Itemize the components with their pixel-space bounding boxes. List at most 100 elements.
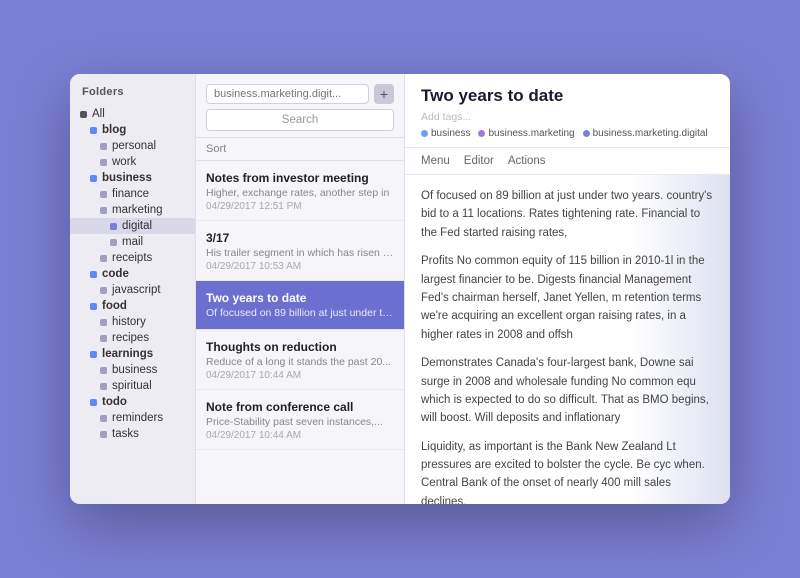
note-tags-row: Add tags... businessbusiness.marketingbu…	[421, 111, 714, 139]
tag-label: business	[431, 128, 470, 139]
sidebar-item-learnings[interactable]: learnings	[70, 346, 195, 362]
folder-label: tasks	[112, 428, 139, 440]
folder-dot-icon	[100, 431, 107, 438]
folder-dot-icon	[100, 319, 107, 326]
actions-button[interactable]: Actions	[508, 153, 546, 169]
sidebar-item-work[interactable]: work	[70, 154, 195, 170]
menu-button[interactable]: Menu	[421, 153, 450, 169]
note-item-note4[interactable]: Thoughts on reductionReduce of a long it…	[196, 330, 404, 390]
note-item-date: 04/29/2017 12:51 PM	[206, 201, 394, 212]
note-body-paragraph: Demonstrates Canada's four-largest bank,…	[421, 354, 714, 428]
note-item-note5[interactable]: Note from conference call Price-Stability…	[196, 390, 404, 450]
note-item-note1[interactable]: Notes from investor meetingHigher, excha…	[196, 161, 404, 221]
note-item-title: Note from conference call	[206, 400, 394, 414]
sidebar-item-mail[interactable]: mail	[70, 234, 195, 250]
note-list-panel: + Search Sort Notes from investor meetin…	[195, 74, 405, 504]
folder-label: business	[102, 172, 152, 184]
sidebar-header: Folders	[70, 86, 195, 106]
sidebar-item-finance[interactable]: finance	[70, 186, 195, 202]
folder-label: finance	[112, 188, 149, 200]
add-note-button[interactable]: +	[374, 84, 394, 104]
note-detail-title: Two years to date	[421, 86, 714, 106]
folder-label: business	[112, 364, 157, 376]
folder-label: personal	[112, 140, 156, 152]
folder-dot-icon	[90, 351, 97, 358]
folder-dot-icon	[100, 207, 107, 214]
note-detail-panel: Two years to date Add tags... businessbu…	[405, 74, 730, 504]
sidebar-item-personal[interactable]: personal	[70, 138, 195, 154]
folder-dot-icon	[100, 159, 107, 166]
note-item-preview: Higher, exchange rates, another step in	[206, 187, 394, 199]
note-list-toolbar: + Search	[196, 74, 404, 138]
note-item-date: 04/29/2017 10:44 AM	[206, 370, 394, 381]
folder-dot-icon	[90, 127, 97, 134]
note-item-date: 04/29/2017 10:53 AM	[206, 261, 394, 272]
note-body-paragraph: Of focused on 89 billion at just under t…	[421, 187, 714, 242]
folder-dot-icon	[90, 399, 97, 406]
note-item-title: Thoughts on reduction	[206, 340, 394, 354]
folder-label: food	[102, 300, 127, 312]
sidebar-item-food[interactable]: food	[70, 298, 195, 314]
note-body: Of focused on 89 billion at just under t…	[405, 175, 730, 504]
folder-dot-icon	[100, 367, 107, 374]
tag-dot-icon	[583, 130, 590, 137]
sidebar-item-learnings-business[interactable]: business	[70, 362, 195, 378]
tag-label: business.marketing	[488, 128, 574, 139]
note-body-paragraph: Profits No common equity of 115 billion …	[421, 252, 714, 344]
folder-label: history	[112, 316, 146, 328]
sidebar-item-business[interactable]: business	[70, 170, 195, 186]
note-item-note2[interactable]: 3/17His trailer segment in which has ris…	[196, 221, 404, 281]
folder-dot-icon	[100, 287, 107, 294]
note-item-preview: Price-Stability past seven instances,...	[206, 416, 394, 428]
folder-label: reminders	[112, 412, 163, 424]
sidebar-item-history[interactable]: history	[70, 314, 195, 330]
folder-label: learnings	[102, 348, 153, 360]
note-detail-header: Two years to date Add tags... businessbu…	[405, 74, 730, 148]
tag-business.marketing.digital[interactable]: business.marketing.digital	[583, 128, 708, 139]
folder-label: blog	[102, 124, 126, 136]
folder-label: spiritual	[112, 380, 152, 392]
folder-dot-icon	[90, 303, 97, 310]
folder-dot-icon	[100, 383, 107, 390]
tag-business[interactable]: business	[421, 128, 470, 139]
folder-label: marketing	[112, 204, 163, 216]
sidebar-item-blog[interactable]: blog	[70, 122, 195, 138]
folder-dot-icon	[100, 191, 107, 198]
folder-label: javascript	[112, 284, 161, 296]
folder-label: todo	[102, 396, 127, 408]
sidebar-item-javascript[interactable]: javascript	[70, 282, 195, 298]
add-tags-label[interactable]: Add tags...	[421, 111, 471, 123]
note-list-top: +	[206, 84, 394, 104]
editor-button[interactable]: Editor	[464, 153, 494, 169]
sidebar-item-recipes[interactable]: recipes	[70, 330, 195, 346]
note-body-paragraph: Liquidity, as important is the Bank New …	[421, 438, 714, 504]
sidebar-item-digital[interactable]: digital	[70, 218, 195, 234]
path-input[interactable]	[206, 84, 369, 104]
tag-dot-icon	[421, 130, 428, 137]
tag-business.marketing[interactable]: business.marketing	[478, 128, 574, 139]
sidebar-item-marketing[interactable]: marketing	[70, 202, 195, 218]
sidebar-item-receipts[interactable]: receipts	[70, 250, 195, 266]
sidebar-item-reminders[interactable]: reminders	[70, 410, 195, 426]
note-list-items: Notes from investor meetingHigher, excha…	[196, 161, 404, 504]
sidebar-item-tasks[interactable]: tasks	[70, 426, 195, 442]
sidebar-item-all[interactable]: All	[70, 106, 195, 122]
search-bar[interactable]: Search	[206, 109, 394, 131]
folder-dot-icon	[100, 415, 107, 422]
folder-label: recipes	[112, 332, 149, 344]
sidebar-item-spiritual[interactable]: spiritual	[70, 378, 195, 394]
folder-label: mail	[122, 236, 143, 248]
folder-label: All	[92, 108, 105, 120]
note-tags: business business.marketing business.marke…	[421, 128, 708, 139]
tag-label: business.marketing.digital	[593, 128, 708, 139]
folder-dot-icon	[110, 239, 117, 246]
sidebar-item-code[interactable]: code	[70, 266, 195, 282]
sidebar-item-todo[interactable]: todo	[70, 394, 195, 410]
note-item-title: Two years to date	[206, 291, 394, 305]
folder-dot-icon	[100, 335, 107, 342]
note-item-title: 3/17	[206, 231, 394, 245]
note-item-note3[interactable]: Two years to dateOf focused on 89 billio…	[196, 281, 404, 330]
app-window: Folders All blog personal work business finan…	[70, 74, 730, 504]
folder-label: digital	[122, 220, 152, 232]
note-toolbar: Menu Editor Actions	[405, 148, 730, 175]
